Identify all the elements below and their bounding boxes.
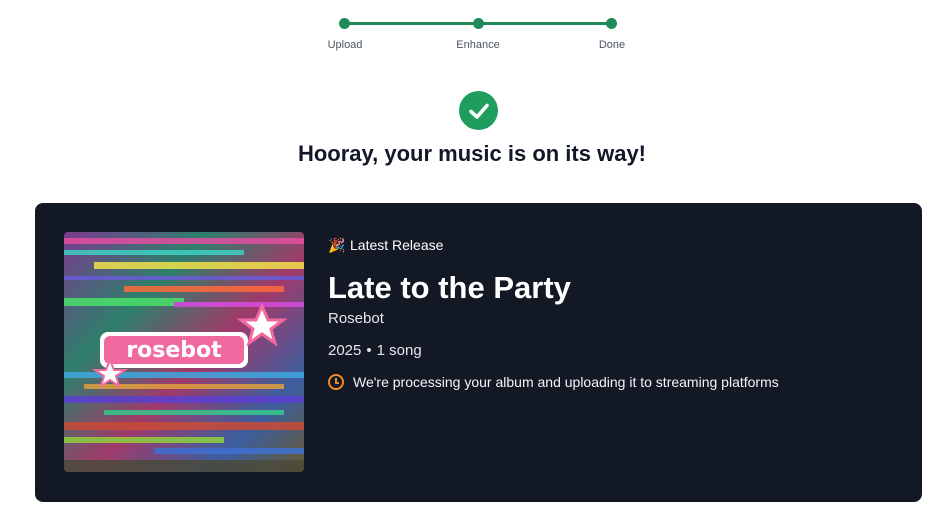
step-label-done: Done (598, 39, 626, 51)
check-circle-icon (459, 91, 498, 130)
release-year: 2025 (328, 342, 362, 359)
album-cover: rosebot (64, 232, 304, 472)
step-dot-done (606, 18, 617, 29)
step-label-enhance: Enhance (456, 39, 500, 51)
step-dot-enhance (473, 18, 484, 29)
processing-status: We're processing your album and uploadin… (328, 374, 902, 390)
release-badge: 🎉 Latest Release (328, 233, 902, 257)
meta-separator: • (366, 342, 372, 359)
badge-label: Latest Release (350, 237, 444, 253)
release-meta: 2025 • 1 song (328, 341, 902, 361)
cover-text: rosebot (126, 338, 222, 363)
release-card: rosebot 🎉 Latest Release Late to the Par… (35, 203, 922, 502)
release-artist: Rosebot (328, 310, 384, 327)
step-dot-upload (339, 18, 350, 29)
clock-icon (328, 374, 344, 390)
song-count: 1 song (376, 342, 422, 359)
status-text: We're processing your album and uploadin… (353, 374, 779, 390)
release-title: Late to the Party (328, 270, 571, 305)
step-label-upload: Upload (327, 39, 363, 51)
party-popper-icon: 🎉 (328, 236, 346, 253)
success-headline: Hooray, your music is on its way! (297, 141, 646, 166)
progress-stepper: Upload Enhance Done (0, 0, 944, 70)
release-info: 🎉 Latest Release Late to the Party Roseb… (328, 233, 902, 390)
